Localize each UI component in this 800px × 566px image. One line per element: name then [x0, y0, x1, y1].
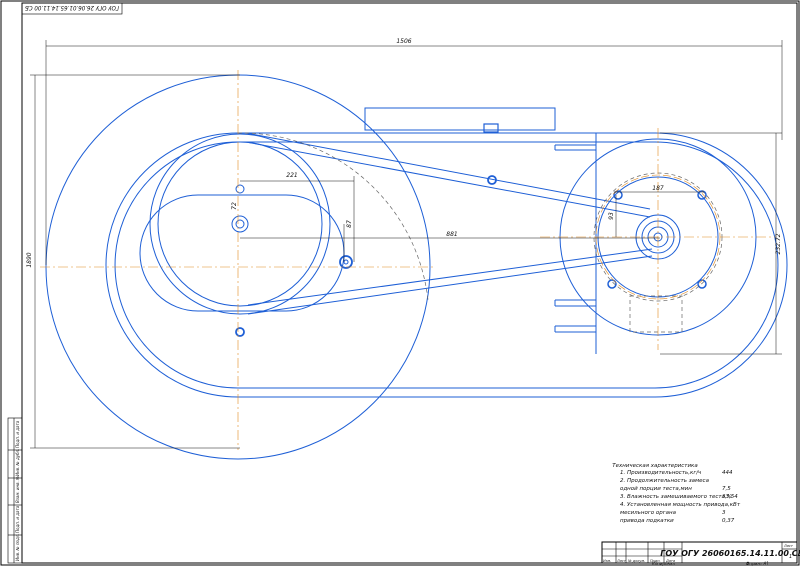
- spec-line-1: 1. Производительность,кг/ч: [620, 470, 702, 476]
- side-stamp-cell-1: Инв. № подл.: [15, 533, 20, 561]
- belt-bottom-inner: [247, 248, 653, 306]
- top-housing: [364, 107, 556, 131]
- spec-value-4: 33,54: [722, 494, 738, 500]
- top-stamp-text: ГОУ ОГУ 26.06.01.65.14.11.00 СБ: [25, 4, 119, 11]
- dim-right-bolt: 187: [652, 185, 664, 192]
- tb-header-list: Лист: [616, 559, 627, 563]
- side-stamp-cell-2: Подп. и дата: [15, 505, 20, 533]
- spec-value-6: 3: [722, 510, 726, 516]
- dim-pulley-h: 221: [286, 172, 297, 179]
- spec-line-7: привода подкатки: [620, 518, 674, 524]
- top-lug: [483, 123, 499, 133]
- tb-header-izm: Изм.: [603, 559, 611, 563]
- spec-line-5: 4. Установленная мощность привода,кВт: [620, 502, 741, 508]
- dim-pulley-v: 87: [346, 220, 353, 228]
- tb-format: Формат A1: [746, 561, 769, 566]
- spec-value-1: 444: [722, 470, 733, 476]
- side-stamp-cell-4: Инв. № дубл.: [15, 449, 20, 476]
- dim-right-small: 93: [608, 212, 615, 220]
- spec-line-4: 3. Влажность замешиваемого теста,%: [620, 494, 732, 500]
- spec-title: Техническая характеристика: [612, 463, 698, 469]
- side-stamp-cell-5: Подп. и дата: [15, 420, 20, 448]
- tb-sheet-label: Лист: [783, 544, 794, 548]
- belt-top-outer: [245, 132, 651, 210]
- spec-line-6: месильного органа: [620, 510, 677, 516]
- spec-value-3: 7,5: [722, 486, 731, 492]
- side-stamp-cell-3: Взам. инв. №: [15, 476, 20, 503]
- spec-line-2: 2. Продолжительность замеса: [620, 478, 710, 484]
- tb-sheet-number: 1: [789, 554, 792, 560]
- left-oval: [139, 194, 345, 312]
- belt-bottom-outer: [247, 255, 653, 315]
- dim-left-small: 72: [231, 202, 238, 210]
- tb-header-doc: № докум.: [627, 559, 645, 563]
- left-pulley-inner: [157, 141, 323, 307]
- dim-overall-height: 1890: [26, 252, 33, 267]
- spec-block: Техническая характеристика 1. Производит…: [612, 463, 741, 524]
- belt-top-inner: [245, 141, 651, 218]
- top-stamp: ГОУ ОГУ 26.06.01.65.14.11.00 СБ: [21, 2, 123, 15]
- spec-value-7: 0,37: [722, 518, 735, 524]
- left-pulley-outer: [149, 133, 331, 315]
- dim-right-height: 232.72: [775, 233, 782, 254]
- axis-lines: [40, 70, 776, 450]
- dim-center-distance: 881: [446, 231, 457, 238]
- dim-overall-width: 1506: [396, 38, 411, 45]
- tb-copied: Копировал: [652, 561, 675, 566]
- tb-designation: ГОУ ОГУ 26060165.14.11.00 СБ: [660, 549, 800, 558]
- spec-line-3: одной порции теста,мин: [620, 486, 692, 492]
- drawing-sheet: ГОУ ОГУ 26.06.01.65.14.11.00 СБ Инв. № п…: [0, 0, 800, 566]
- belt-guard-outline: [105, 132, 788, 398]
